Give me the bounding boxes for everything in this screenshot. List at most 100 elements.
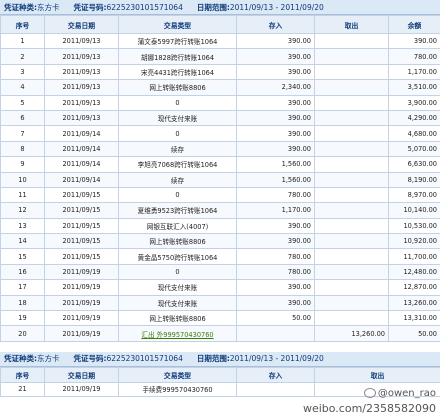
cell-no: 18: [0, 294, 45, 312]
cell-type: 手续费999570430760: [118, 381, 237, 397]
cell-balance: 13,310.00: [388, 310, 440, 327]
table-row: 12 2011/09/15 夏维勇9523跨行转账1064 1,170.00 10,14…: [0, 202, 440, 219]
cell-type: 网银互联汇入(4007): [118, 217, 237, 235]
cell-out: [314, 263, 389, 281]
table-row: 7 2011/09/14 0 390.00 4,680.00: [0, 125, 440, 142]
cell-in: 390.00: [236, 48, 315, 65]
voucher-number-value: 6225230101571064: [106, 354, 183, 364]
cell-in: 1,560.00: [236, 156, 315, 173]
cell-balance: 390.00: [388, 32, 440, 50]
voucher-number-value: 6225230101571064: [106, 2, 183, 12]
cell-in: 780.00: [236, 263, 315, 281]
cell-out: [314, 233, 389, 250]
cell-out: [314, 171, 389, 188]
cell-in: 390.00: [236, 217, 315, 235]
cell-balance: 3,510.00: [388, 79, 440, 96]
cell-no: 15: [0, 248, 45, 265]
cell-in: 1,560.00: [236, 171, 315, 188]
column-header-in: 存入: [236, 366, 315, 383]
voucher-type-value: 东方卡: [37, 354, 60, 364]
cell-type: 现代支付来账: [118, 294, 237, 312]
cell-balance: 12,870.00: [388, 279, 440, 296]
cell-out: [314, 125, 389, 142]
cell-out: [314, 109, 389, 127]
cell-no: 19: [0, 310, 45, 327]
cell-no: 3: [0, 63, 45, 81]
voucher-type-label: 凭证种类:: [4, 354, 37, 364]
cell-balance: 11,700.00: [388, 248, 440, 265]
cell-in: [236, 325, 315, 342]
cell-balance: 6,630.00: [388, 156, 440, 173]
table-row: 15 2011/09/15 黄金晶5750跨行转账1064 780.00 11,700.…: [0, 248, 440, 265]
column-header-in: 存入: [236, 15, 315, 34]
table-header-row: 序号 交易日期 交易类型 存入 取出 余额: [0, 15, 440, 34]
cell-in: 390.00: [236, 94, 315, 111]
cell-date: 2011/09/15: [44, 186, 119, 204]
cell-type: 宋亮4431跨行转账1064: [118, 63, 237, 81]
cell-type: 胡娜1828跨行转账1064: [118, 48, 237, 65]
cell-balance: 780.00: [388, 48, 440, 65]
cell-in: [236, 381, 315, 397]
cell-balance: 10,530.00: [388, 217, 440, 235]
column-header-date: 交易日期: [44, 15, 119, 34]
date-range-label: 日期范围:: [196, 354, 230, 364]
watermark-handle-text: @owen_rao: [377, 388, 436, 399]
cell-no: 12: [0, 202, 45, 219]
table-row: 5 2011/09/13 0 390.00 3,900.00: [0, 94, 440, 111]
cell-type: 网上转账转账8806: [118, 310, 237, 327]
cell-in: 390.00: [236, 63, 315, 81]
cell-date: 2011/09/13: [44, 79, 119, 96]
cell-date: 2011/09/19: [44, 294, 119, 312]
cell-date: 2011/09/14: [44, 171, 119, 188]
weibo-icon: [363, 388, 376, 398]
cell-date: 2011/09/15: [44, 233, 119, 250]
cell-type: 续存: [118, 171, 237, 188]
cell-date: 2011/09/14: [44, 125, 119, 142]
column-header-balance: 余额: [388, 15, 440, 34]
cell-out: [314, 63, 389, 81]
table-row: 17 2011/09/19 现代支付来账 390.00 12,870.00: [0, 279, 440, 296]
column-header-no: 序号: [0, 15, 45, 34]
table-row: 9 2011/09/14 李旭亮7068跨行转账1064 1,560.00 6,630.…: [0, 156, 440, 173]
voucher-header: 凭证种类: 东方卡 凭证号码: 6225230101571064 日期范围: 2…: [0, 0, 440, 15]
cell-date: 2011/09/13: [44, 32, 119, 50]
cell-type: 夏维勇9523跨行转账1064: [118, 202, 237, 219]
cell-type: 网上转账转账8806: [118, 233, 237, 250]
cell-balance: 13,260.00: [388, 294, 440, 312]
cell-no: 4: [0, 79, 45, 96]
cell-in: 390.00: [236, 125, 315, 142]
cell-no: 1: [0, 32, 45, 50]
cell-in: 390.00: [236, 32, 315, 50]
cell-in: 390.00: [236, 140, 315, 158]
column-header-type: 交易类型: [118, 366, 237, 383]
cell-no: 14: [0, 233, 45, 250]
voucher-number-label: 凭证号码:: [73, 2, 107, 12]
table-row: 4 2011/09/13 网上转账转账8806 2,340.00 3,510.00: [0, 79, 440, 96]
cell-out: [314, 186, 389, 204]
cell-out: [314, 48, 389, 65]
table-row: 1 2011/09/13 蒲文泰5997跨行转账1064 390.00 390.00: [0, 32, 440, 50]
cell-balance: 8,190.00: [388, 171, 440, 188]
cell-date: 2011/09/19: [44, 325, 119, 342]
cell-type: 网上转账转账8806: [118, 79, 237, 96]
date-range-value: 2011/09/13 - 2011/09/20: [229, 2, 324, 12]
cell-in: 390.00: [236, 233, 315, 250]
cell-no: 17: [0, 279, 45, 296]
cell-type: 现代支付来账: [118, 109, 237, 127]
voucher-type-label: 凭证种类:: [4, 2, 37, 12]
cell-balance: 10,920.00: [388, 233, 440, 250]
cell-type: 续存: [118, 140, 237, 158]
column-header-out: 取出: [314, 366, 440, 383]
cell-in: 390.00: [236, 279, 315, 296]
cell-no: 2: [0, 48, 45, 65]
cell-date: 2011/09/19: [44, 381, 119, 397]
table-header-row: 序号 交易日期 交易类型 存入 取出: [0, 366, 440, 383]
table-row: 14 2011/09/15 网上转账转账8806 390.00 10,920.00: [0, 233, 440, 250]
cell-out: [314, 202, 389, 219]
cell-date: 2011/09/15: [44, 248, 119, 265]
column-header-date: 交易日期: [44, 366, 119, 383]
cell-out: [314, 32, 389, 50]
cell-no: 20: [0, 325, 45, 342]
watermark-handle: @owen_rao: [363, 388, 436, 399]
cell-in: 390.00: [236, 109, 315, 127]
